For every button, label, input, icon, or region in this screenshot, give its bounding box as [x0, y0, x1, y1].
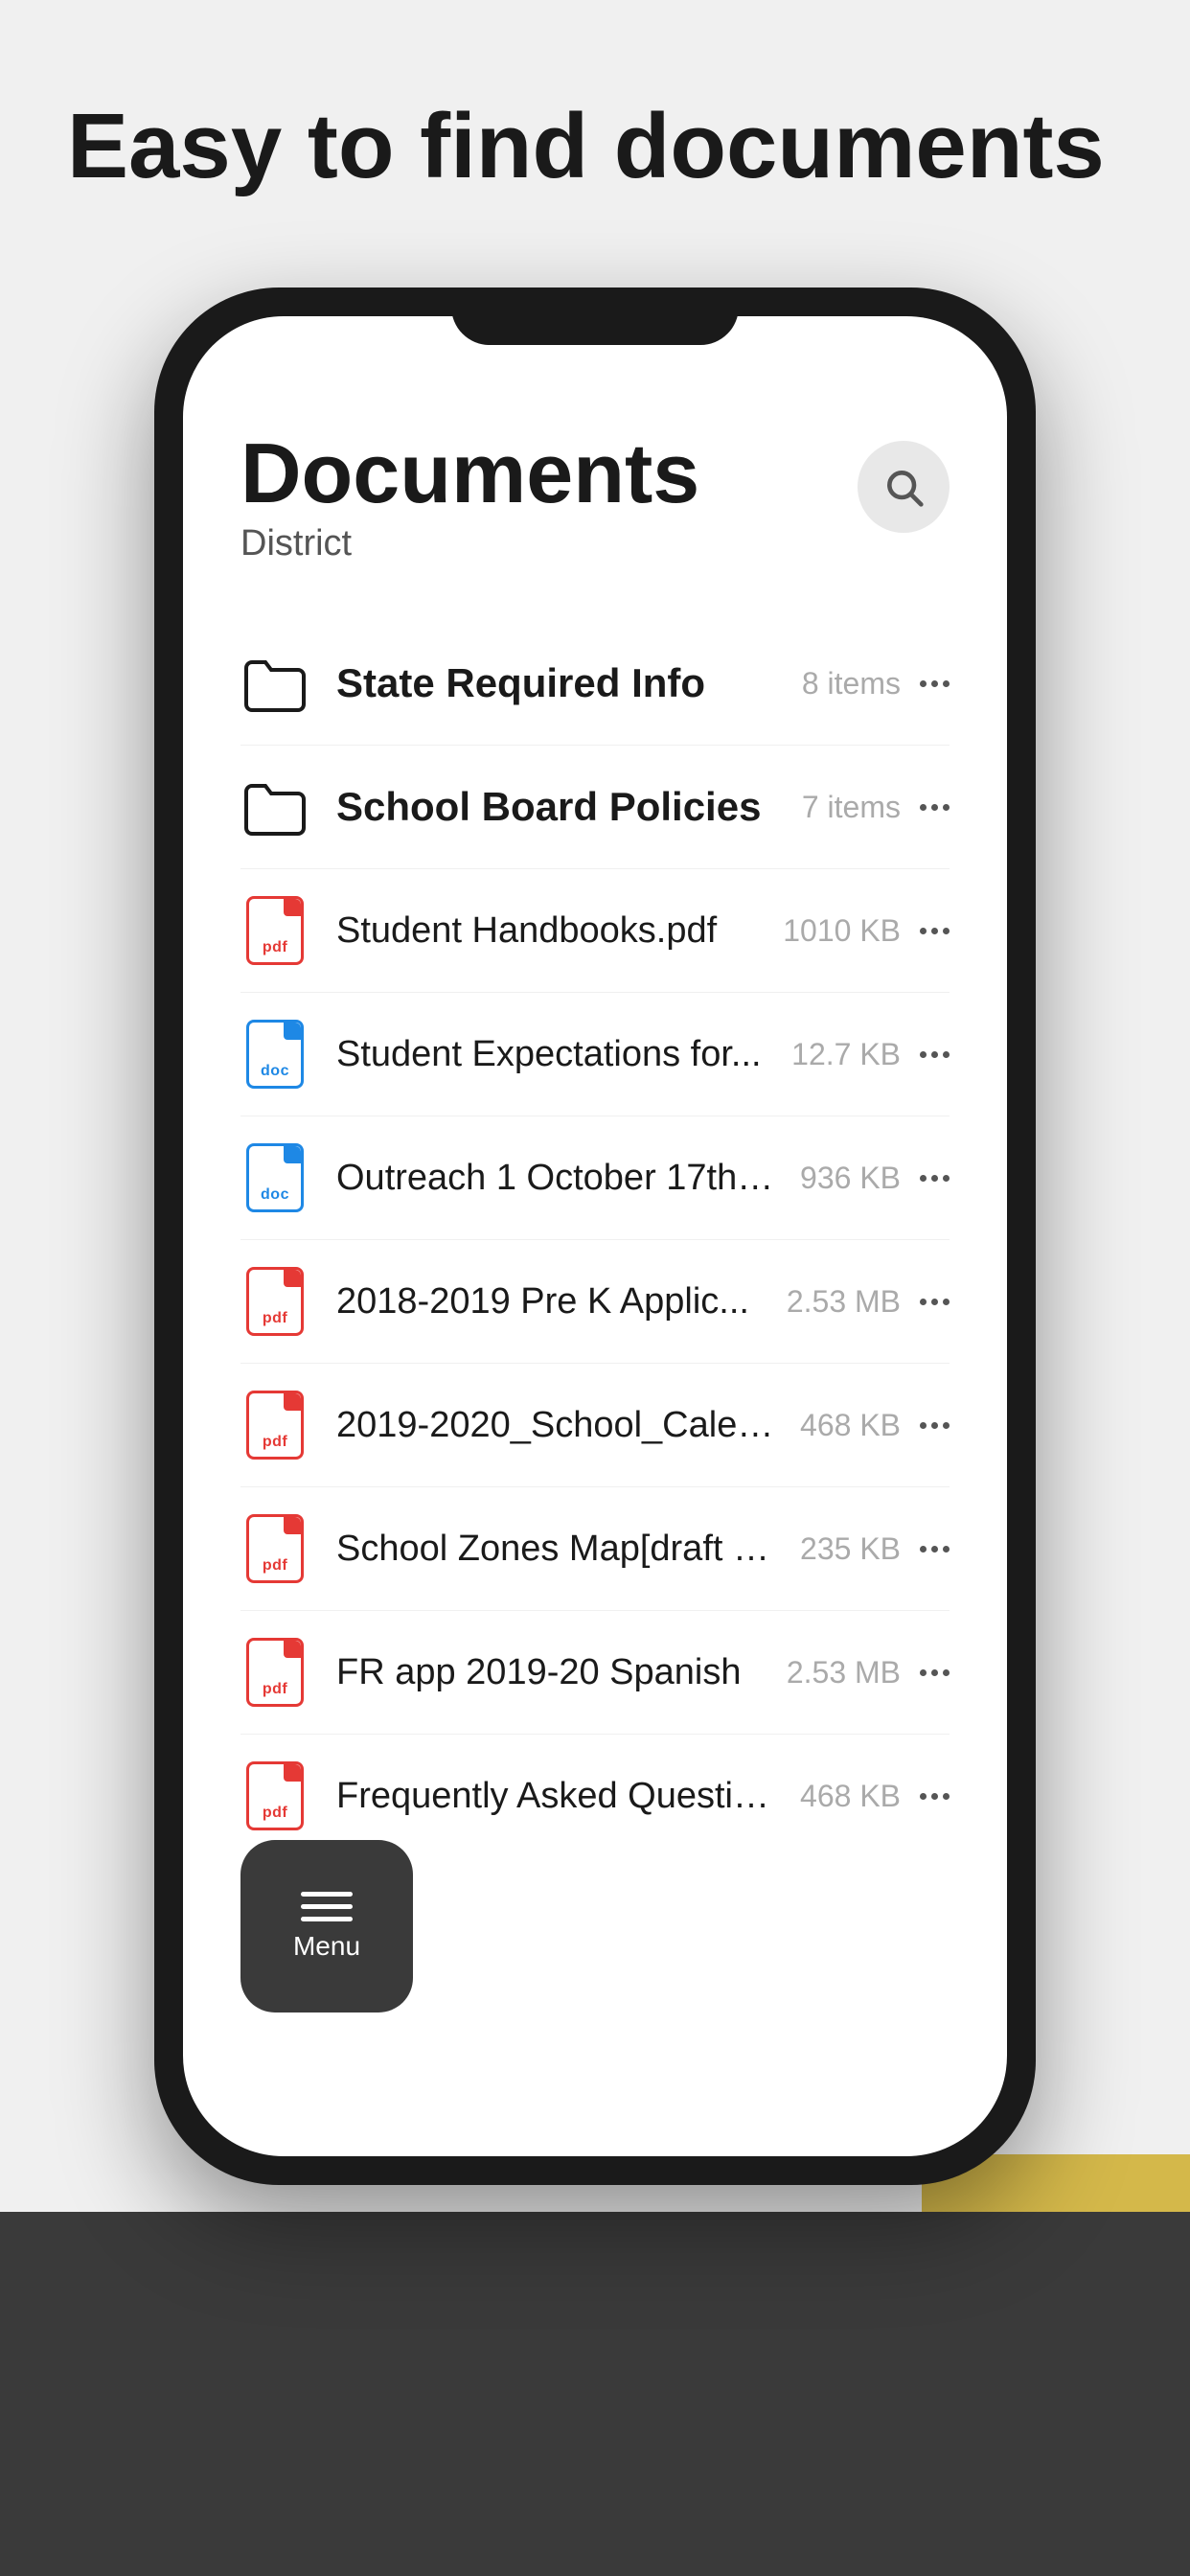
menu-button[interactable]: Menu — [240, 1840, 413, 2012]
folder-icon-container-2 — [240, 772, 309, 841]
file-item-5[interactable]: pdf School Zones Map[draft 2]... 235 KB — [240, 1487, 950, 1611]
file-meta-7: 468 KB — [800, 1779, 901, 1814]
file-name-3: 2018-2019 Pre K Applic... — [336, 1281, 767, 1322]
pdf-icon-4: pdf — [246, 1391, 304, 1460]
pdf-icon-7: pdf — [246, 1761, 304, 1830]
search-button[interactable] — [858, 441, 950, 533]
folder-state-required-more[interactable] — [920, 680, 950, 687]
doc-icon-2: doc — [246, 1143, 304, 1212]
doc-subtitle: District — [240, 523, 699, 564]
file-name-7: Frequently Asked Questions... — [336, 1776, 781, 1817]
doc-icon-1: doc — [246, 1020, 304, 1089]
file-meta-3: 2.53 MB — [787, 1284, 901, 1320]
phone-notch — [451, 288, 739, 345]
file-more-6[interactable] — [920, 1669, 950, 1676]
page-headline: Easy to find documents — [67, 96, 1105, 197]
menu-icon — [301, 1892, 353, 1921]
folder-item-state-required[interactable]: State Required Info 8 items — [240, 622, 950, 746]
folder-icon — [242, 655, 308, 712]
phone-frame: Documents District — [154, 288, 1036, 2185]
file-name-5: School Zones Map[draft 2]... — [336, 1529, 781, 1570]
file-meta-1: 12.7 KB — [791, 1037, 901, 1072]
file-meta-4: 468 KB — [800, 1408, 901, 1443]
file-meta-5: 235 KB — [800, 1531, 901, 1567]
folder-school-board-meta: 7 items — [802, 790, 901, 825]
doc-title-area: Documents District — [240, 431, 699, 564]
file-item-4[interactable]: pdf 2019-2020_School_Calenda... 468 KB — [240, 1364, 950, 1487]
folder-icon-container — [240, 649, 309, 718]
dark-footer — [0, 2212, 1190, 2576]
folder-icon-2 — [242, 778, 308, 836]
folder-school-board-more[interactable] — [920, 804, 950, 811]
folder-school-board-label: School Board Policies — [336, 784, 783, 830]
pdf-icon-0: pdf — [246, 896, 304, 965]
file-icon-container-3: pdf — [240, 1267, 309, 1336]
file-more-7[interactable] — [920, 1793, 950, 1800]
file-meta-2: 936 KB — [800, 1161, 901, 1196]
file-name-6: FR app 2019-20 Spanish — [336, 1652, 767, 1693]
file-item-0[interactable]: pdf Student Handbooks.pdf 1010 KB — [240, 869, 950, 993]
file-name-0: Student Handbooks.pdf — [336, 910, 764, 952]
pdf-icon-6: pdf — [246, 1638, 304, 1707]
file-name-1: Student Expectations for... — [336, 1034, 772, 1075]
search-icon — [882, 466, 925, 508]
file-item-7[interactable]: pdf Frequently Asked Questions... 468 KB — [240, 1735, 950, 1857]
file-item-3[interactable]: pdf 2018-2019 Pre K Applic... 2.53 MB — [240, 1240, 950, 1364]
file-icon-container-2: doc — [240, 1143, 309, 1212]
file-icon-container-5: pdf — [240, 1514, 309, 1583]
file-item-1[interactable]: doc Student Expectations for... 12.7 KB — [240, 993, 950, 1116]
file-name-4: 2019-2020_School_Calenda... — [336, 1405, 781, 1446]
file-icon-container-0: pdf — [240, 896, 309, 965]
doc-list: State Required Info 8 items School Bo — [240, 622, 950, 1857]
doc-header: Documents District — [240, 431, 950, 564]
file-item-2[interactable]: doc Outreach 1 October 17th.doc 936 KB — [240, 1116, 950, 1240]
file-name-2: Outreach 1 October 17th.doc — [336, 1158, 781, 1199]
file-more-0[interactable] — [920, 928, 950, 934]
file-more-2[interactable] — [920, 1175, 950, 1182]
pdf-icon-3: pdf — [246, 1267, 304, 1336]
file-more-5[interactable] — [920, 1546, 950, 1552]
pdf-icon-5: pdf — [246, 1514, 304, 1583]
menu-label: Menu — [293, 1931, 360, 1962]
folder-state-required-meta: 8 items — [802, 666, 901, 702]
file-icon-container-1: doc — [240, 1020, 309, 1089]
folder-item-school-board[interactable]: School Board Policies 7 items — [240, 746, 950, 869]
doc-title: Documents — [240, 431, 699, 516]
file-icon-container-7: pdf — [240, 1761, 309, 1830]
file-more-4[interactable] — [920, 1422, 950, 1429]
file-more-1[interactable] — [920, 1051, 950, 1058]
file-item-6[interactable]: pdf FR app 2019-20 Spanish 2.53 MB — [240, 1611, 950, 1735]
file-meta-6: 2.53 MB — [787, 1655, 901, 1690]
file-meta-0: 1010 KB — [783, 913, 901, 949]
file-more-3[interactable] — [920, 1299, 950, 1305]
file-icon-container-6: pdf — [240, 1638, 309, 1707]
file-icon-container-4: pdf — [240, 1391, 309, 1460]
folder-state-required-label: State Required Info — [336, 660, 783, 706]
